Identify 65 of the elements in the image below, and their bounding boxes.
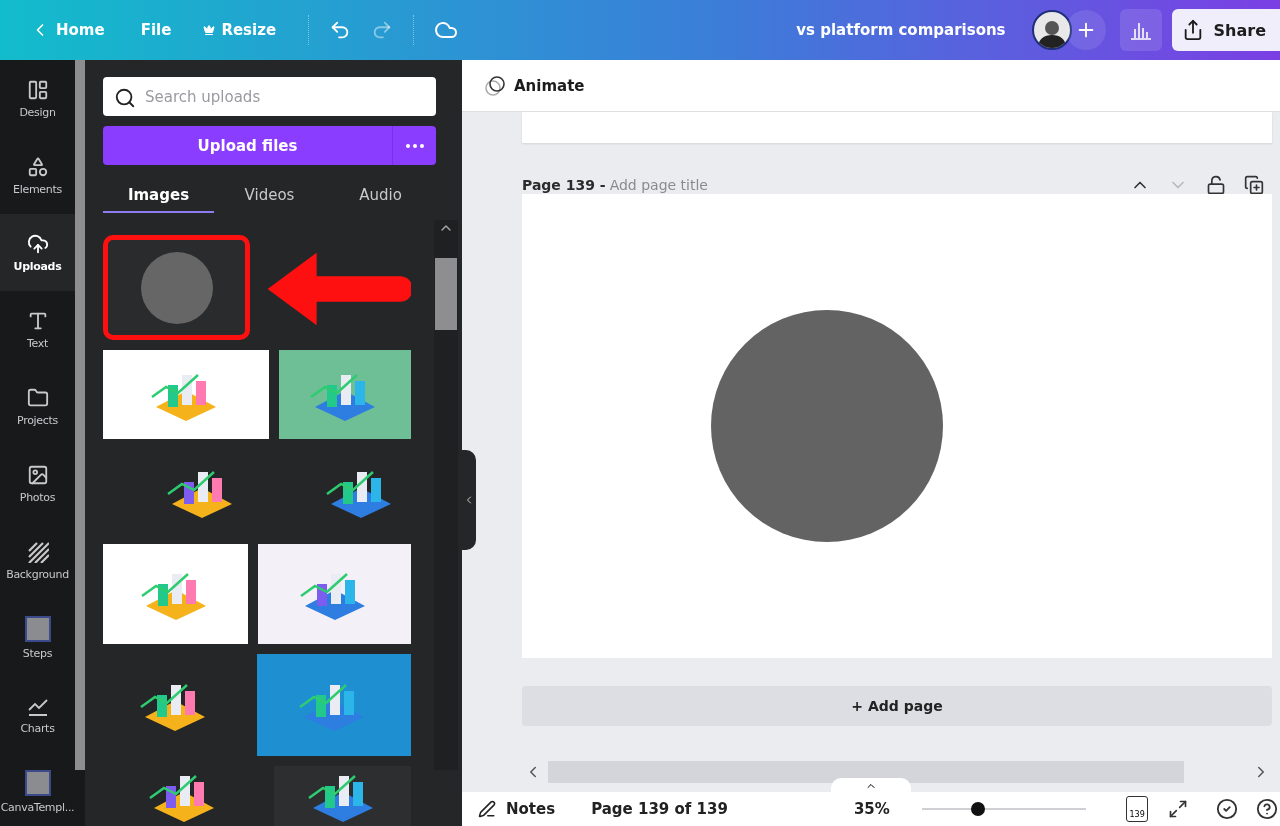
add-person-button[interactable] [1065,10,1106,50]
sidebar-item[interactable]: Text [0,291,75,368]
more-icon [405,143,424,148]
sidebar-item[interactable]: CanvaTempl... [0,753,75,826]
image-thumbnail[interactable] [274,766,411,826]
thumbnail-placeholder [24,769,51,796]
search-field[interactable]: Search uploads [103,77,436,116]
tab[interactable]: Audio [325,179,436,213]
animate-icon [484,74,506,97]
sidebar-item[interactable]: Design [0,60,75,137]
duplicate-button[interactable] [1242,173,1266,197]
scroll-thumb[interactable] [435,258,457,330]
sidebar-item[interactable]: Charts [0,676,75,753]
highlighted-image-thumbnail[interactable] [103,235,250,340]
check-button[interactable] [1214,796,1240,822]
collapse-panel-button[interactable] [462,450,476,550]
expand-icon [1168,799,1188,819]
scrollbar[interactable] [548,761,1184,783]
scrollbar[interactable] [434,220,458,770]
insights-button[interactable] [1119,9,1162,51]
hatch-icon [26,540,49,563]
animate-button[interactable]: Animate [478,73,591,98]
layout-icon [26,78,49,101]
sidebar-item[interactable]: Steps [0,599,75,676]
add-page-button[interactable]: + Add page [522,686,1272,726]
folder-icon [26,386,49,409]
share-button[interactable]: Share [1171,9,1280,51]
slider-thumb[interactable] [970,802,985,816]
page-grid-button[interactable]: 139 [1126,796,1148,822]
page-title-field[interactable]: Add page title [609,177,750,193]
sidebar-item[interactable]: Photos [0,445,75,522]
page-label: Page 139 - [522,177,606,193]
thumbnail-placeholder [24,615,51,642]
sidebar-item[interactable]: Projects [0,368,75,445]
check-icon [1216,798,1238,820]
sidebar-item[interactable]: Uploads [0,214,75,291]
image-thumbnail[interactable] [103,544,249,644]
zoom-percent[interactable]: 35% [853,800,890,818]
notes-icon [478,800,496,818]
tab[interactable]: Videos [214,179,325,213]
crown-icon [203,24,216,36]
design-title[interactable]: vs platform comparisons [796,21,1006,39]
help-icon [1256,798,1278,820]
bar-chart-icon [1129,20,1152,40]
tab[interactable]: Images [103,179,214,213]
scrollbar[interactable] [75,60,85,770]
image-thumbnail[interactable] [278,350,411,439]
notes-button[interactable]: Notes [478,800,556,818]
image-icon [26,463,49,486]
image-thumbnail[interactable] [258,544,411,644]
upload-files-button[interactable]: Upload files [103,126,392,165]
sidebar-item[interactable]: Elements [0,137,75,214]
person-silhouette-icon [1037,18,1066,48]
search-icon [114,87,136,109]
avatar[interactable] [1031,10,1072,50]
sidebar-item[interactable]: Background [0,522,75,599]
help-button[interactable] [1254,796,1280,822]
more-button[interactable] [392,126,436,165]
lock-icon [1206,175,1226,195]
upload-icon [26,232,49,255]
page-count: Page 139 of 139 [591,800,728,818]
image-thumbnail[interactable] [103,350,269,439]
shapes-icon [26,155,49,178]
duplicate-icon [1244,175,1264,195]
image-thumbnail[interactable] [256,654,411,756]
